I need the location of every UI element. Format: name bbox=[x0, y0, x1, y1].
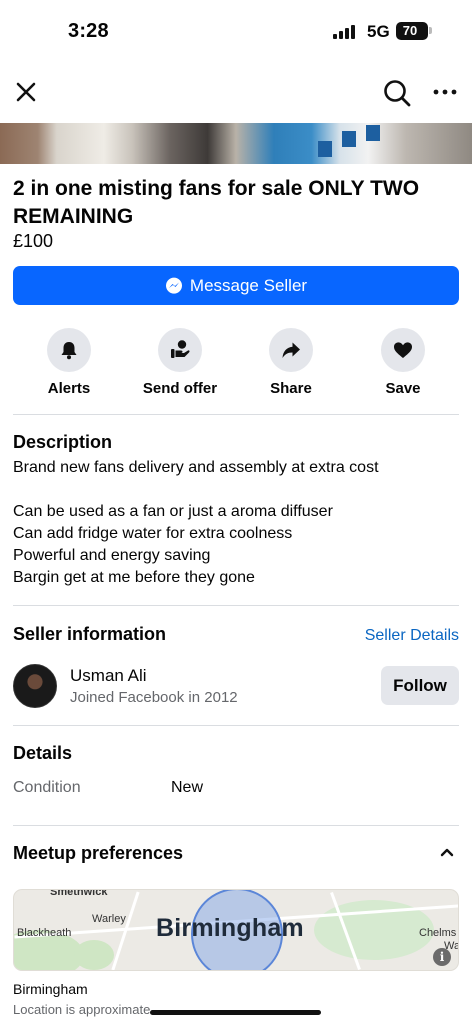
more-icon bbox=[433, 89, 457, 95]
status-bar: 3:28 5G 70 bbox=[0, 0, 472, 62]
location-name: Birmingham bbox=[13, 981, 88, 997]
alerts-action[interactable]: Alerts bbox=[14, 328, 124, 397]
description-line: Can be used as a fan or just a aroma dif… bbox=[13, 503, 333, 520]
listing-price: £100 bbox=[13, 231, 54, 251]
description-line: Powerful and energy saving bbox=[13, 547, 211, 564]
save-action[interactable]: Save bbox=[348, 328, 458, 397]
send-offer-label: Send offer bbox=[142, 380, 218, 397]
meetup-map[interactable]: Smethwick Warley Blackheath Chelms Wa Bi… bbox=[13, 889, 459, 971]
description-line: Bargin get at me before they gone bbox=[13, 569, 255, 586]
divider bbox=[13, 414, 459, 415]
messenger-icon bbox=[165, 277, 182, 294]
alerts-label: Alerts bbox=[47, 380, 91, 397]
send-offer-icon bbox=[171, 340, 190, 358]
seller-joined: Joined Facebook in 2012 bbox=[70, 689, 238, 706]
map-label: Blackheath bbox=[17, 927, 72, 939]
save-label: Save bbox=[385, 380, 421, 397]
search-button[interactable] bbox=[382, 78, 412, 108]
photo-detail bbox=[342, 131, 356, 147]
battery-level: 70 bbox=[402, 23, 418, 38]
map-park bbox=[74, 940, 114, 970]
location-note: Location is approximate bbox=[13, 1002, 151, 1017]
condition-label: Condition bbox=[13, 779, 81, 796]
map-label: Chelms bbox=[419, 927, 457, 939]
listing-title: 2 in one misting fans for sale ONLY TWO … bbox=[13, 177, 420, 228]
description-line: Brand new fans delivery and assembly at … bbox=[13, 459, 379, 476]
divider bbox=[13, 825, 459, 826]
follow-button[interactable]: Follow bbox=[381, 666, 459, 705]
battery-icon: 70 bbox=[396, 22, 428, 40]
collapse-button[interactable] bbox=[437, 844, 457, 860]
more-options-button[interactable] bbox=[432, 82, 458, 102]
chevron-up-icon bbox=[440, 848, 454, 857]
avatar[interactable] bbox=[13, 664, 57, 708]
map-label: Smethwick bbox=[50, 889, 108, 898]
message-seller-label: Message Seller bbox=[189, 275, 308, 295]
search-icon bbox=[384, 80, 411, 107]
action-row: Alerts Send offer Share Save bbox=[0, 328, 472, 398]
photo-detail bbox=[318, 141, 332, 157]
description-heading: Description bbox=[13, 432, 113, 452]
divider bbox=[13, 725, 459, 726]
top-bar bbox=[0, 68, 472, 118]
meetup-heading: Meetup preferences bbox=[13, 843, 184, 863]
condition-value: New bbox=[171, 779, 204, 796]
map-city-label: Birmingham bbox=[156, 914, 304, 942]
status-time: 3:28 bbox=[68, 20, 109, 42]
details-heading: Details bbox=[13, 743, 73, 763]
home-indicator[interactable] bbox=[150, 1010, 321, 1015]
battery-tip bbox=[429, 27, 432, 34]
heart-icon bbox=[394, 342, 412, 358]
info-icon[interactable]: i bbox=[433, 948, 451, 966]
map-label: Warley bbox=[92, 913, 126, 925]
product-photo[interactable] bbox=[0, 123, 472, 164]
bell-icon bbox=[61, 342, 77, 360]
message-seller-button[interactable]: Message Seller bbox=[13, 266, 459, 305]
share-action[interactable]: Share bbox=[236, 328, 346, 397]
seller-details-link[interactable]: Seller Details bbox=[365, 627, 459, 645]
close-button[interactable] bbox=[12, 78, 40, 106]
seller-name[interactable]: Usman Ali bbox=[70, 666, 147, 686]
photo-detail bbox=[366, 125, 380, 141]
divider bbox=[13, 605, 459, 606]
close-icon bbox=[16, 82, 36, 102]
seller-heading: Seller information bbox=[13, 624, 167, 644]
send-offer-action[interactable]: Send offer bbox=[125, 328, 235, 397]
share-label: Share bbox=[270, 380, 312, 397]
share-icon bbox=[282, 342, 300, 358]
network-label: 5G bbox=[367, 22, 390, 41]
signal-icon bbox=[333, 25, 357, 39]
description-line: Can add fridge water for extra coolness bbox=[13, 525, 293, 542]
